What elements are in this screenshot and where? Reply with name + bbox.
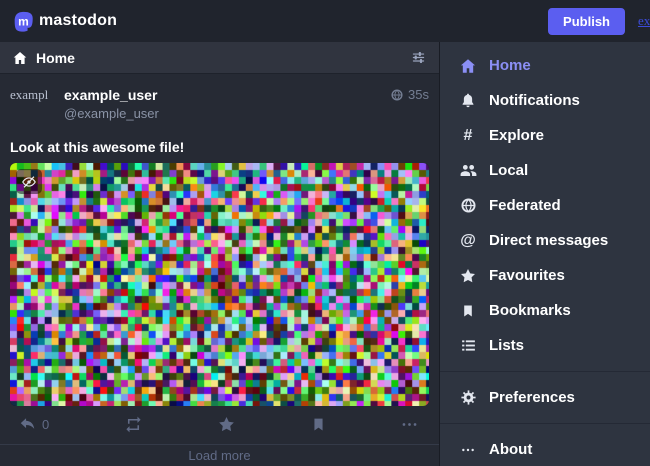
- status-author: example_user @example_user: [64, 87, 390, 121]
- at-icon: @: [458, 233, 478, 249]
- sidebar-item-home[interactable]: Home: [440, 48, 650, 83]
- sidebar-item-explore[interactable]: # Explore: [440, 118, 650, 153]
- status-action-bar: 0: [10, 415, 429, 438]
- sidebar-item-favourites[interactable]: Favourites: [440, 258, 650, 293]
- account-handle: @example_user: [64, 106, 390, 121]
- eye-slash-icon: [21, 174, 37, 190]
- sidebar-item-bookmarks[interactable]: Bookmarks: [440, 293, 650, 328]
- hashtag-icon: #: [458, 128, 478, 144]
- sidebar-item-preferences[interactable]: Preferences: [440, 380, 650, 415]
- load-more-button[interactable]: Load more: [0, 444, 439, 466]
- hide-media-button[interactable]: [16, 169, 42, 194]
- star-icon: [217, 415, 236, 434]
- status-content: Look at this awesome file!: [10, 139, 429, 155]
- bookmark-icon: [311, 416, 326, 433]
- ellipsis-icon: [458, 442, 478, 458]
- sidebar-item-label: Bookmarks: [489, 302, 571, 319]
- sidebar-item-label: About: [489, 441, 532, 458]
- reply-count: 0: [42, 417, 49, 432]
- favourite-button[interactable]: [217, 415, 236, 434]
- boost-button[interactable]: [124, 415, 143, 434]
- bookmark-button[interactable]: [311, 416, 326, 433]
- users-icon: [458, 161, 478, 180]
- star-icon: [458, 267, 478, 285]
- sidebar-divider: [440, 371, 650, 372]
- sidebar-item-label: Lists: [489, 337, 524, 354]
- mastodon-elephant-icon: m: [12, 10, 35, 33]
- more-button[interactable]: [400, 415, 419, 434]
- sidebar-divider: [440, 423, 650, 424]
- list-icon: [458, 337, 478, 354]
- status-post: exampl example_user @example_user 35s Lo…: [0, 74, 439, 444]
- bookmark-icon: [458, 303, 478, 319]
- sidebar-item-direct-messages[interactable]: @ Direct messages: [440, 223, 650, 258]
- sidebar-item-label: Local: [489, 162, 528, 179]
- home-timeline-column: Home exampl example_user @example_user: [0, 42, 440, 466]
- sidebar-item-label: Home: [489, 57, 531, 74]
- reply-icon: [18, 415, 37, 434]
- reply-button[interactable]: 0: [18, 415, 49, 434]
- display-name: example_user: [64, 87, 390, 103]
- top-nav-bar: m mastodon Publish examp: [0, 0, 650, 42]
- sidebar-item-label: Favourites: [489, 267, 565, 284]
- media-attachment[interactable]: [10, 163, 429, 406]
- bell-icon: [458, 92, 478, 110]
- sidebar-item-label: Direct messages: [489, 232, 608, 249]
- sidebar-item-lists[interactable]: Lists: [440, 328, 650, 363]
- sidebar-item-notifications[interactable]: Notifications: [440, 83, 650, 118]
- home-icon: [12, 50, 28, 66]
- avatar[interactable]: exampl: [10, 87, 55, 132]
- globe-icon: [458, 197, 478, 214]
- boost-icon: [124, 415, 143, 434]
- timestamp-text: 35s: [408, 87, 429, 102]
- navigation-sidebar: Home Notifications # Explore Local: [440, 42, 650, 466]
- sidebar-item-label: Federated: [489, 197, 561, 214]
- media-attachment-image: [10, 163, 429, 406]
- sliders-icon[interactable]: [410, 49, 427, 66]
- gear-icon: [458, 389, 478, 406]
- globe-icon: [390, 88, 404, 102]
- status-timestamp[interactable]: 35s: [390, 87, 429, 102]
- brand-wordmark: mastodon: [39, 12, 117, 30]
- column-header-home[interactable]: Home: [0, 42, 439, 74]
- column-title: Home: [36, 50, 402, 66]
- publish-button[interactable]: Publish: [548, 8, 625, 35]
- sidebar-item-label: Explore: [489, 127, 544, 144]
- ellipsis-icon: [400, 415, 419, 434]
- user-profile-link[interactable]: examp: [638, 13, 650, 29]
- sidebar-item-about[interactable]: About: [440, 432, 650, 466]
- sidebar-item-label: Preferences: [489, 389, 575, 406]
- svg-text:m: m: [18, 14, 29, 28]
- sidebar-item-local[interactable]: Local: [440, 153, 650, 188]
- status-header: exampl example_user @example_user 35s: [10, 87, 429, 132]
- mastodon-logo[interactable]: m mastodon: [12, 10, 117, 33]
- sidebar-item-federated[interactable]: Federated: [440, 188, 650, 223]
- sidebar-item-label: Notifications: [489, 92, 580, 109]
- home-icon: [458, 57, 478, 75]
